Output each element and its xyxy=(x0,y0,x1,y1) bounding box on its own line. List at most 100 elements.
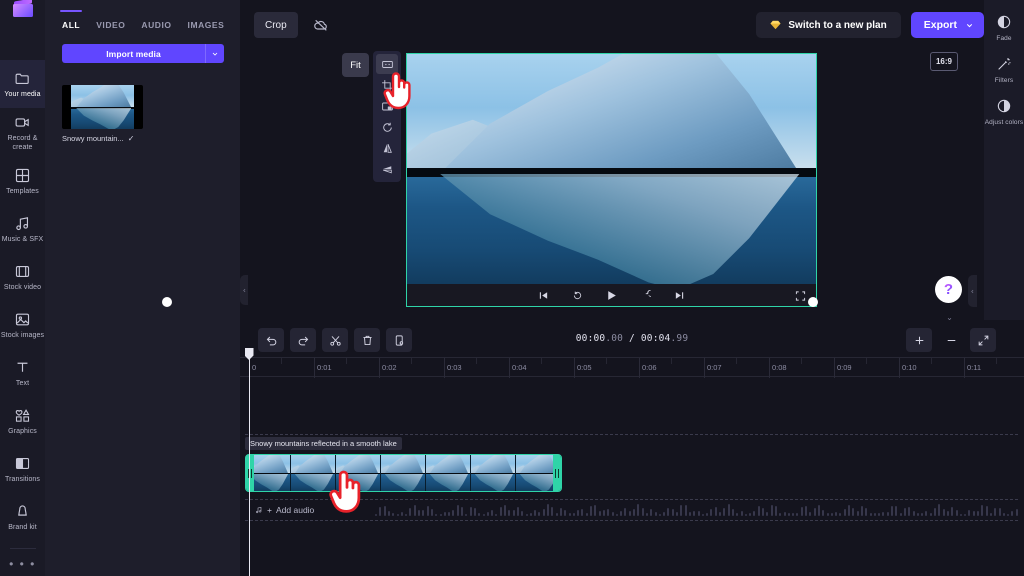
right-item-adjust-colors[interactable]: Adjust colors xyxy=(984,90,1024,132)
fit-timeline-button[interactable] xyxy=(970,328,996,352)
folder-icon xyxy=(14,70,31,87)
preview-area: Crop Fit xyxy=(240,0,984,320)
sidebar-item-text[interactable]: Text xyxy=(0,350,45,398)
rotate-tool-button[interactable] xyxy=(376,117,398,137)
skip-to-end-button[interactable] xyxy=(672,287,688,303)
current-time-frames: .00 xyxy=(605,333,623,344)
right-item-label: Adjust colors xyxy=(985,119,1024,126)
forward-5s-icon xyxy=(640,290,651,301)
help-button[interactable]: ? xyxy=(935,276,962,303)
clip-trim-handle-left[interactable] xyxy=(246,455,254,491)
timeline-ruler[interactable]: 0 0:01 0:02 0:03 0:04 0:05 0:06 0:07 0:0… xyxy=(240,357,1024,377)
flip-vertical-icon xyxy=(381,163,394,176)
crop-button[interactable]: Crop xyxy=(254,12,298,38)
picture-in-picture-icon xyxy=(381,100,394,113)
forward-button[interactable] xyxy=(638,287,654,303)
ruler-label: 0:10 xyxy=(902,363,917,372)
crop-tool-button[interactable] xyxy=(376,75,398,95)
sidebar-item-record-create[interactable]: Record & create xyxy=(0,108,45,158)
text-icon xyxy=(14,359,31,376)
export-button[interactable]: Export xyxy=(911,12,984,38)
timeline: 00:00.00 / 00:04.99 0 0:01 0:02 0:03 xyxy=(240,320,1024,576)
flip-vertical-button[interactable] xyxy=(376,159,398,179)
zoom-in-button[interactable] xyxy=(906,328,932,352)
ruler-label: 0:11 xyxy=(967,363,981,372)
clip-filmstrip xyxy=(246,455,561,491)
chevron-down-icon xyxy=(965,21,974,30)
add-audio-button[interactable]: Add audio xyxy=(245,505,314,515)
preview-frame xyxy=(407,54,816,284)
sidebar-item-templates[interactable]: Templates xyxy=(0,158,45,206)
fit-timeline-icon xyxy=(977,334,990,347)
sidebar-item-transitions[interactable]: Transitions xyxy=(0,446,45,494)
import-media-button[interactable]: Import media xyxy=(62,44,205,63)
sidebar-item-brand-kit[interactable]: Brand kit xyxy=(0,494,45,542)
ruler-label: 0:01 xyxy=(317,363,332,372)
skip-previous-icon xyxy=(538,290,549,301)
chevron-left-icon xyxy=(970,288,975,295)
media-panel: ALL VIDEO AUDIO IMAGES Import media xyxy=(45,0,240,576)
header-actions: Switch to a new plan Export xyxy=(756,12,984,38)
switch-plan-label: Switch to a new plan xyxy=(788,20,886,31)
sidebar-item-label: Stock images xyxy=(1,332,44,341)
tab-video[interactable]: VIDEO xyxy=(96,14,125,30)
sidebar-item-graphics[interactable]: Graphics xyxy=(0,398,45,446)
crop-handle-bottom-left[interactable] xyxy=(162,297,172,307)
flip-horizontal-button[interactable] xyxy=(376,138,398,158)
zoom-out-button[interactable] xyxy=(938,328,964,352)
play-button[interactable] xyxy=(604,287,620,303)
sidebar-item-music-sfx[interactable]: Music & SFX xyxy=(0,206,45,254)
preview-toolbar: Crop xyxy=(254,12,334,38)
sidebar-more-button[interactable]: • • • xyxy=(9,553,36,576)
media-item-snowy-mountain[interactable]: Snowy mountain... ✓ xyxy=(62,85,143,143)
left-sidebar: Your media Record & create Templates Mus… xyxy=(0,0,45,576)
clipchamp-logo[interactable] xyxy=(0,0,45,17)
media-tabs: ALL VIDEO AUDIO IMAGES xyxy=(45,0,240,38)
timecode-separator: / xyxy=(623,333,641,344)
fit-to-screen-button[interactable] xyxy=(376,54,398,74)
plus-icon xyxy=(913,334,926,347)
rewind-button[interactable] xyxy=(570,287,586,303)
timeline-zoom-controls xyxy=(906,328,996,352)
bell-icon xyxy=(14,503,31,520)
right-item-label: Fade xyxy=(996,35,1011,42)
clip-trim-handle-right[interactable] xyxy=(553,455,561,491)
tab-audio[interactable]: AUDIO xyxy=(141,14,171,30)
rotate-icon xyxy=(381,121,394,134)
fade-icon xyxy=(996,14,1012,30)
import-media-dropdown[interactable] xyxy=(205,44,224,63)
pip-tool-button[interactable] xyxy=(376,96,398,116)
switch-plan-button[interactable]: Switch to a new plan xyxy=(756,12,900,38)
video-preview-stage[interactable] xyxy=(407,54,816,306)
tab-images[interactable]: IMAGES xyxy=(188,14,225,30)
aspect-ratio-badge[interactable]: 16:9 xyxy=(930,52,958,71)
chevron-down-icon xyxy=(211,50,219,58)
media-thumbnail xyxy=(62,85,143,129)
preview-tools xyxy=(373,51,401,182)
ruler-label: 0:06 xyxy=(642,363,657,372)
right-item-filters[interactable]: Filters xyxy=(984,48,1024,90)
media-item-name: Snowy mountain... xyxy=(62,134,124,143)
ruler-label: 0:09 xyxy=(837,363,852,372)
sidebar-item-stock-video[interactable]: Stock video xyxy=(0,254,45,302)
contrast-glyph xyxy=(996,98,1012,114)
play-icon xyxy=(605,289,618,302)
crop-handle-bottom-right[interactable] xyxy=(808,297,818,307)
collapse-right-panel-button[interactable] xyxy=(968,275,977,307)
tab-all[interactable]: ALL xyxy=(62,14,80,30)
fullscreen-button[interactable] xyxy=(795,289,808,302)
music-note-icon xyxy=(255,506,263,514)
fit-mode-button[interactable]: Fit xyxy=(342,53,369,77)
skip-to-start-button[interactable] xyxy=(536,287,552,303)
player-controls xyxy=(407,284,816,306)
sidebar-item-stock-images[interactable]: Stock images xyxy=(0,302,45,350)
collapse-media-panel-button[interactable] xyxy=(240,275,248,305)
sidebar-item-your-media[interactable]: Your media xyxy=(0,60,45,108)
sidebar-item-label: Record & create xyxy=(1,135,45,153)
cloud-off-button[interactable] xyxy=(308,12,334,38)
export-label: Export xyxy=(924,19,957,31)
right-item-fade[interactable]: Fade xyxy=(984,6,1024,48)
video-clip[interactable] xyxy=(245,454,562,492)
sidebar-item-label: Music & SFX xyxy=(2,236,44,245)
audio-track[interactable]: Add audio xyxy=(245,499,1018,521)
